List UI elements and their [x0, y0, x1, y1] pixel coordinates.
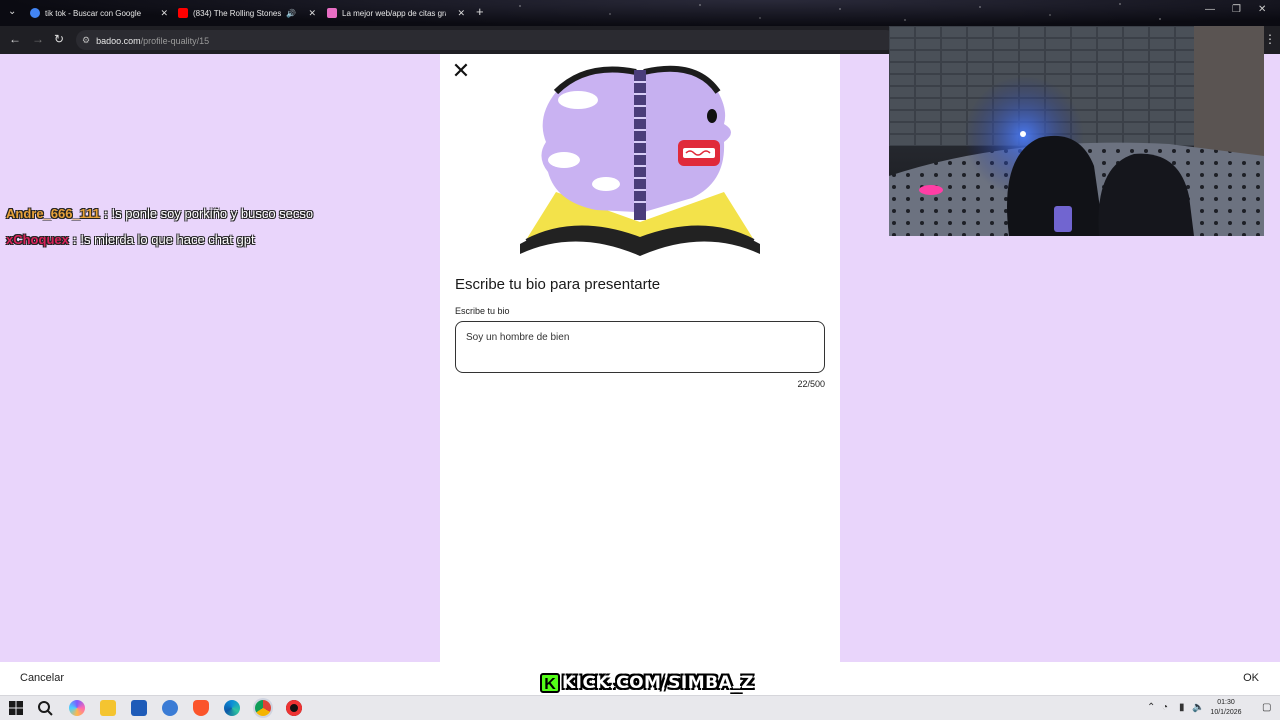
bio-textarea[interactable]: Soy un hombre de bien [455, 321, 825, 373]
system-clock[interactable]: 01:30 10/1/2026 [1204, 698, 1248, 718]
minimize-icon[interactable]: — [1205, 4, 1215, 15]
chat-username: Andre_666_111 [6, 206, 100, 221]
speaker-icon[interactable]: 🔊 [286, 9, 296, 18]
chat-separator: : [99, 206, 112, 221]
chat-username: xChoquex [6, 232, 69, 247]
tab-title: tik tok - Buscar con Google [45, 8, 142, 18]
wifi-icon[interactable]: ◔ [1162, 702, 1168, 713]
back-arrow-icon[interactable]: ← [9, 32, 21, 46]
clock-time: 01:30 [1217, 699, 1235, 706]
reload-icon[interactable]: ↻ [54, 32, 64, 46]
copilot-icon[interactable] [69, 700, 85, 716]
close-tab-icon[interactable]: ✕ [304, 8, 316, 19]
close-modal-icon[interactable]: ✕ [450, 60, 472, 82]
battery-icon[interactable]: ▮ [1179, 702, 1185, 713]
kick-channel-text: KICK.COM/SIMBA_Z [562, 673, 755, 693]
site-info-icon[interactable]: ⚙ [82, 35, 90, 46]
chrome-icon[interactable] [255, 700, 271, 716]
file-explorer-icon[interactable] [100, 700, 116, 716]
edge-icon[interactable] [224, 700, 240, 716]
ok-button[interactable]: OK [1243, 672, 1259, 684]
webcam-scene [889, 26, 1264, 236]
cancel-button[interactable]: Cancelar [20, 672, 64, 684]
browser-menu-icon[interactable]: ⋮ [1264, 32, 1276, 46]
book-heads-illustration [520, 65, 760, 256]
url-input[interactable]: ⚙ badoo.com/profile-quality/15 [76, 30, 896, 50]
tab-search-chevron-icon[interactable]: ⌄ [8, 6, 16, 17]
notification-icon[interactable]: ▢ [1262, 702, 1271, 713]
close-window-icon[interactable]: ✕ [1258, 4, 1266, 15]
tab-google[interactable]: tik tok - Buscar con Google ✕ [30, 4, 168, 22]
volume-icon[interactable]: 🔈 [1192, 702, 1204, 713]
chat-message: Andre_666_111 : !s ponle soy porkiño y b… [6, 206, 313, 221]
chat-message: xChoquex : !s mierda lo que hace chat gp… [6, 232, 255, 247]
search-icon[interactable] [37, 700, 53, 716]
badoo-favicon-icon [327, 8, 337, 18]
store-icon[interactable] [131, 700, 147, 716]
url-domain: badoo.com [96, 36, 141, 46]
brave-icon[interactable] [193, 700, 209, 716]
tab-title: (834) The Rolling Stones - M [193, 8, 281, 18]
tab-youtube[interactable]: (834) The Rolling Stones - M 🔊 ✕ [178, 4, 316, 22]
tray-chevron-icon[interactable]: ⌃ [1147, 702, 1155, 713]
app-icon[interactable] [162, 700, 178, 716]
close-tab-icon[interactable]: ✕ [154, 8, 168, 19]
youtube-favicon-icon [178, 8, 188, 18]
forward-arrow-icon[interactable]: → [32, 32, 44, 46]
tab-title: La mejor web/app de citas grat [342, 8, 446, 18]
obs-icon[interactable] [286, 700, 302, 716]
new-tab-plus-icon[interactable]: + [476, 4, 484, 19]
google-favicon-icon [30, 8, 40, 18]
browser-tab-bar: ⌄ tik tok - Buscar con Google ✕ (834) Th… [0, 0, 1280, 26]
kick-watermark: K KICK.COM/SIMBA_Z [540, 672, 754, 694]
close-tab-icon[interactable]: ✕ [451, 8, 465, 19]
character-counter: 22/500 [797, 379, 825, 389]
maximize-icon[interactable]: ❐ [1232, 4, 1241, 15]
chat-text: !s ponle soy porkiño y busco secso [111, 206, 314, 221]
url-path: /profile-quality/15 [140, 36, 210, 46]
bio-modal: ✕ Escribe tu bio para presentarte Escrib… [440, 54, 840, 662]
modal-title: Escribe tu bio para presentarte [455, 276, 661, 293]
tab-badoo[interactable]: La mejor web/app de citas grat ✕ [327, 4, 465, 22]
webcam-overlay [889, 26, 1264, 236]
windows-taskbar: ⌃ ◔ ▮ 🔈 01:30 10/1/2026 ▢ [0, 695, 1280, 720]
chat-separator: : [68, 232, 81, 247]
kick-logo-icon: K [540, 673, 560, 693]
windows-start-icon[interactable] [8, 700, 24, 716]
clock-date: 10/1/2026 [1210, 709, 1242, 716]
chat-text: !s mierda lo que hace chat gpt [80, 232, 255, 247]
bio-field-label: Escribe tu bio [455, 306, 510, 316]
